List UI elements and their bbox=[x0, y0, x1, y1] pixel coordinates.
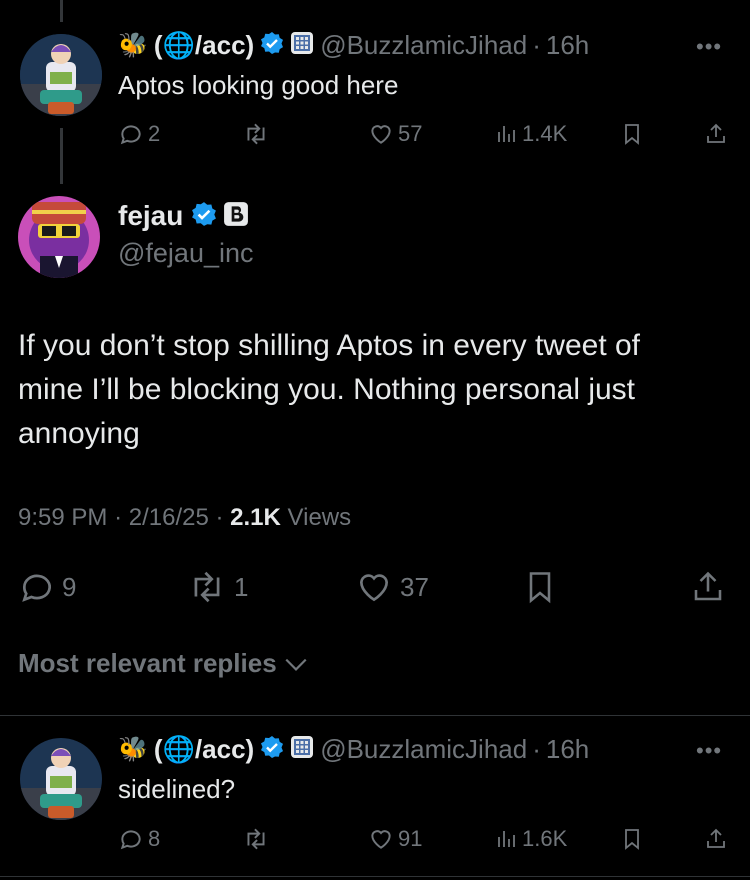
handle[interactable]: @fejau_inc bbox=[118, 238, 254, 269]
grid-badge-icon bbox=[290, 31, 314, 60]
views-icon bbox=[498, 831, 515, 847]
views-button[interactable]: 1.6K bbox=[494, 826, 567, 852]
avatar-fejau[interactable] bbox=[18, 196, 100, 278]
share-icon bbox=[707, 828, 725, 848]
divider bbox=[0, 715, 750, 716]
handle[interactable]: @BuzzlamicJihad bbox=[320, 734, 527, 765]
separator-dot: · bbox=[532, 734, 541, 764]
comment-icon bbox=[120, 125, 141, 145]
tweet-time[interactable]: 9:59 PM bbox=[18, 504, 107, 531]
verified-badge-icon bbox=[260, 735, 284, 764]
retweet-button[interactable]: 1 bbox=[186, 568, 248, 606]
reply-count: 2 bbox=[148, 121, 161, 146]
affiliate-badge-icon bbox=[223, 201, 249, 232]
bee-icon: 🐝 bbox=[118, 736, 148, 763]
like-count: 91 bbox=[398, 826, 423, 851]
tweet-text-line: If you don’t stop shilling Aptos in ever… bbox=[18, 329, 641, 362]
share-button[interactable] bbox=[704, 121, 728, 147]
bookmark-button[interactable] bbox=[620, 826, 644, 852]
display-name[interactable]: (🌐/acc) bbox=[154, 734, 254, 765]
separator-dot: · bbox=[114, 504, 129, 531]
separator-dot: · bbox=[215, 504, 231, 531]
tweet-text: If you don’t stop shilling Aptos in ever… bbox=[18, 324, 728, 456]
retweet-icon bbox=[194, 571, 220, 603]
bookmark-button[interactable] bbox=[522, 568, 558, 606]
retweet-button[interactable] bbox=[242, 826, 270, 852]
thread-line-middle bbox=[60, 128, 63, 184]
share-button[interactable] bbox=[704, 826, 728, 852]
bookmark-icon bbox=[625, 124, 639, 145]
bee-icon: 🐝 bbox=[118, 32, 148, 59]
reply-count: 8 bbox=[148, 826, 161, 851]
avatar-buzz[interactable] bbox=[20, 34, 102, 116]
avatar-buzz[interactable] bbox=[20, 738, 102, 820]
timestamp[interactable]: 16h bbox=[546, 30, 589, 61]
reply-count: 9 bbox=[62, 571, 77, 602]
bookmark-icon bbox=[529, 572, 551, 604]
share-button[interactable] bbox=[690, 568, 726, 606]
views-icon bbox=[498, 126, 515, 142]
thread-line-top bbox=[60, 0, 63, 22]
sort-label: Most relevant replies bbox=[18, 648, 277, 678]
retweet-count: 1 bbox=[234, 571, 249, 602]
tweet-text-line: mine I’ll be blocking you. Nothing perso… bbox=[18, 373, 636, 406]
heart-icon bbox=[359, 574, 389, 602]
reply-button[interactable]: 8 bbox=[118, 826, 160, 852]
chevron-down-icon bbox=[285, 658, 307, 671]
views-count: 2.1K bbox=[230, 504, 281, 531]
divider bbox=[0, 876, 750, 877]
reply-text: Aptos looking good here bbox=[118, 70, 399, 100]
like-count: 57 bbox=[398, 121, 423, 146]
bookmark-button[interactable] bbox=[620, 121, 644, 147]
comment-icon bbox=[120, 830, 141, 850]
like-button[interactable]: 37 bbox=[354, 568, 429, 606]
reply-button[interactable]: 9 bbox=[18, 568, 76, 606]
reply-header-bottom: 🐝 (🌐/acc) @BuzzlamicJihad · 16h bbox=[118, 734, 589, 765]
more-icon[interactable]: ••• bbox=[696, 738, 722, 764]
tweet-meta: 9:59 PM · 2/16/25 · 2.1K Views bbox=[18, 504, 351, 532]
tweet-text-line: annoying bbox=[18, 417, 140, 450]
view-count: 1.6K bbox=[522, 826, 568, 851]
like-button[interactable]: 91 bbox=[368, 826, 422, 852]
verified-badge-icon bbox=[191, 201, 217, 232]
tweet-date[interactable]: 2/16/25 bbox=[129, 504, 209, 531]
timestamp[interactable]: 16h bbox=[546, 734, 589, 765]
share-icon bbox=[707, 123, 725, 143]
retweet-icon bbox=[247, 123, 265, 145]
reply-button[interactable]: 2 bbox=[118, 121, 160, 147]
separator-dot: · bbox=[532, 30, 541, 60]
reply-header-top: 🐝 (🌐/acc) @BuzzlamicJihad · 16h bbox=[118, 30, 589, 61]
display-name[interactable]: fejau bbox=[118, 200, 183, 232]
like-button[interactable]: 57 bbox=[368, 121, 422, 147]
share-icon bbox=[694, 571, 722, 601]
verified-badge-icon bbox=[260, 31, 284, 60]
reply-sort-dropdown[interactable]: Most relevant replies bbox=[18, 648, 309, 679]
comment-icon bbox=[22, 574, 52, 602]
retweet-button[interactable] bbox=[242, 121, 270, 147]
grid-badge-icon bbox=[290, 735, 314, 764]
heart-icon bbox=[371, 125, 391, 144]
views-button[interactable]: 1.4K bbox=[494, 121, 567, 147]
views-label: Views bbox=[287, 504, 352, 531]
more-icon[interactable]: ••• bbox=[696, 34, 722, 60]
bookmark-icon bbox=[625, 829, 639, 850]
heart-icon bbox=[371, 830, 391, 849]
display-name[interactable]: (🌐/acc) bbox=[154, 30, 254, 61]
retweet-icon bbox=[247, 828, 265, 850]
like-count: 37 bbox=[400, 571, 429, 602]
main-header: fejau bbox=[118, 200, 249, 232]
view-count: 1.4K bbox=[522, 121, 568, 146]
reply-text: sidelined? bbox=[118, 774, 236, 804]
handle[interactable]: @BuzzlamicJihad bbox=[320, 30, 527, 61]
